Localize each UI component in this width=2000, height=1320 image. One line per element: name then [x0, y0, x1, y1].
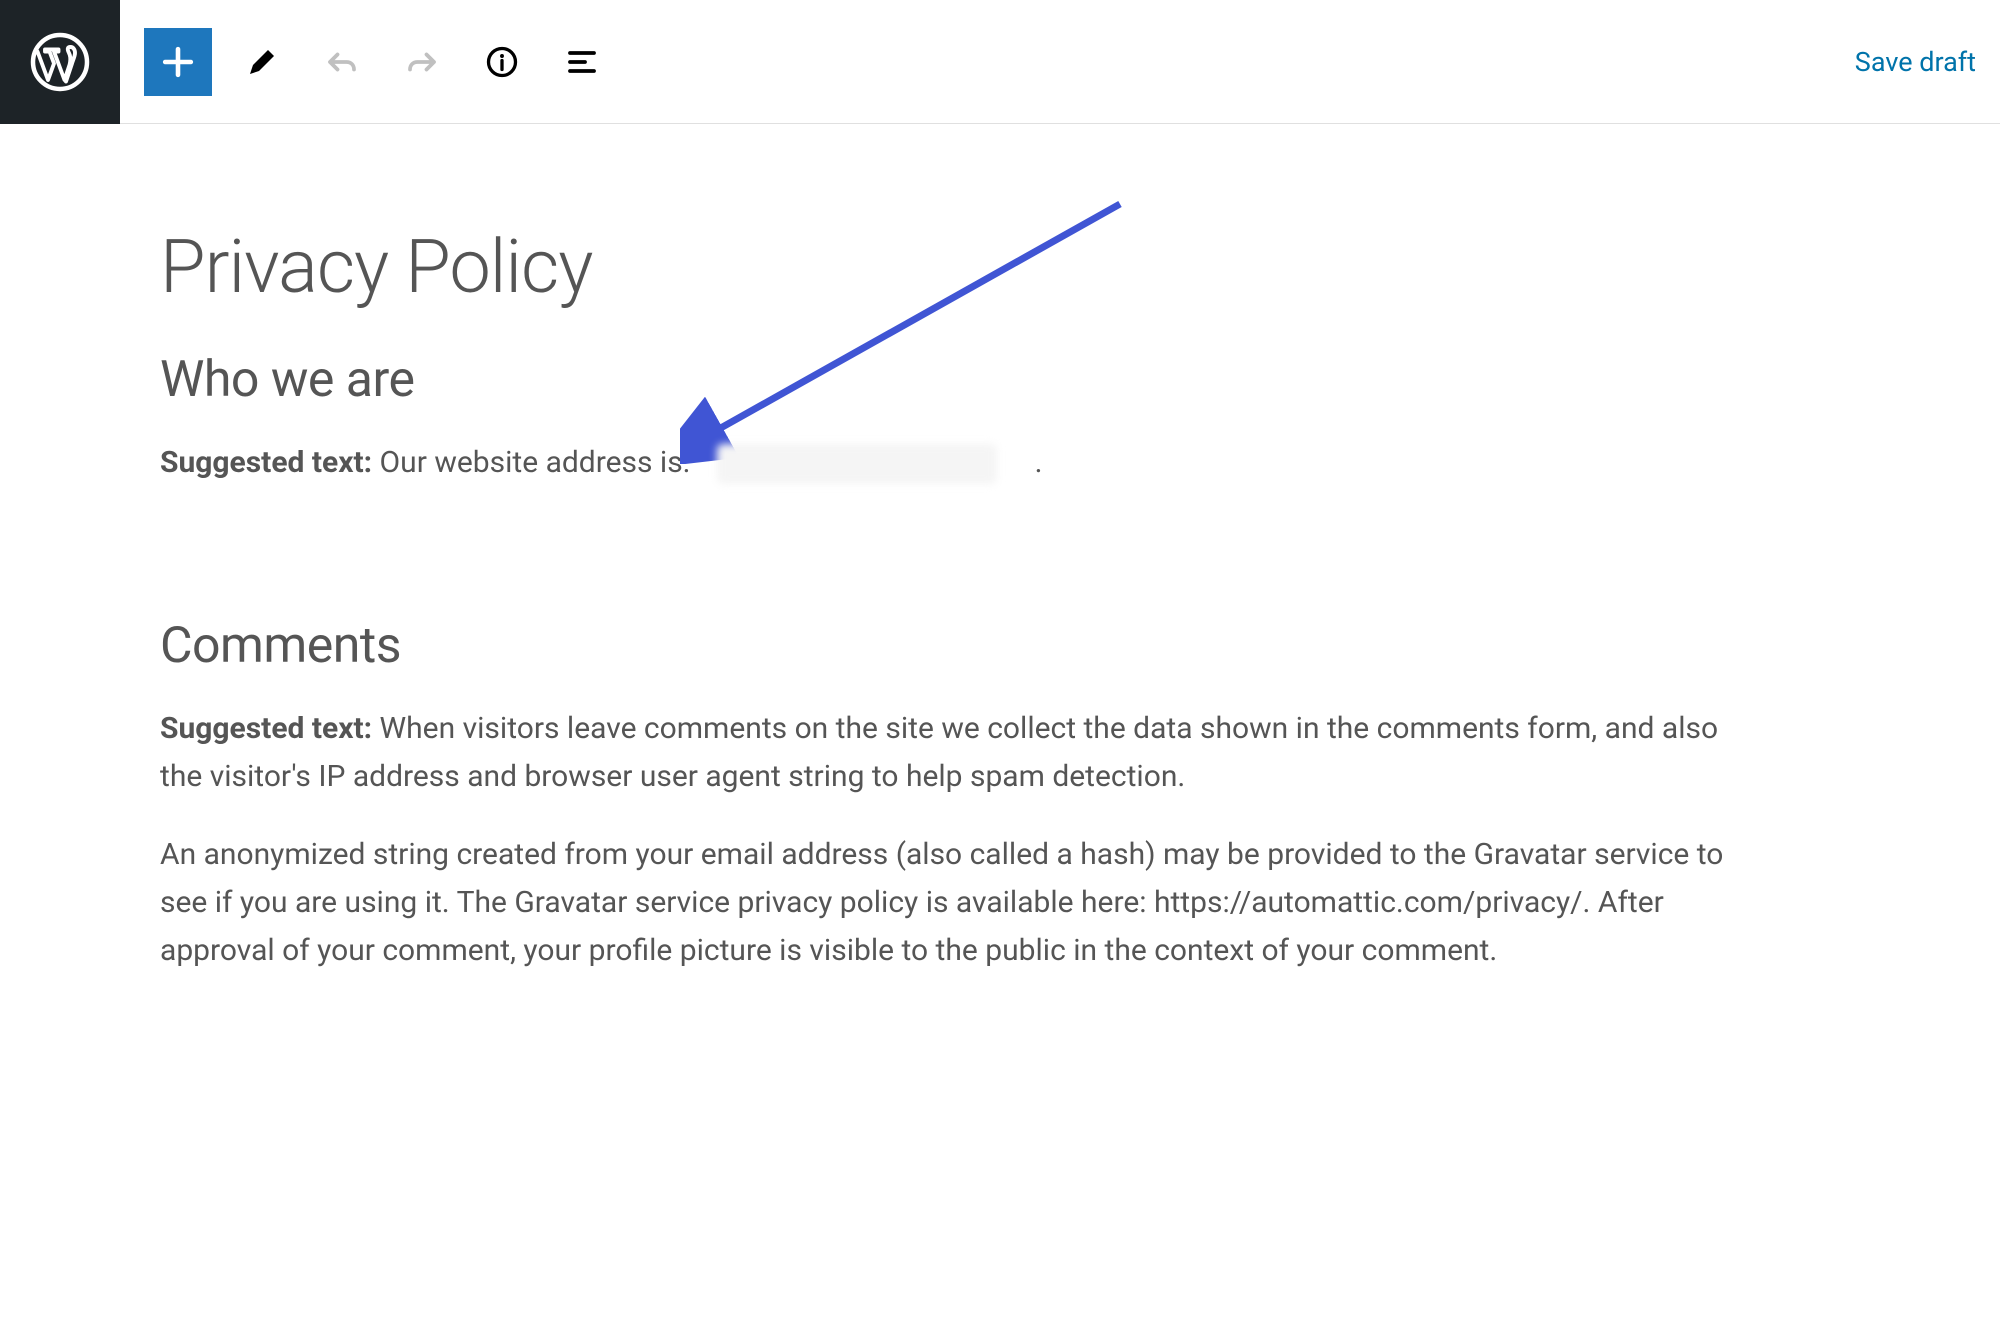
undo-icon — [324, 44, 360, 80]
heading-who-we-are[interactable]: Who we are — [160, 351, 1740, 409]
redacted-url — [717, 444, 997, 484]
editor-content-area[interactable]: Privacy Policy Who we are Suggested text… — [0, 124, 1900, 1045]
wordpress-logo-button[interactable] — [0, 0, 120, 124]
list-view-icon — [564, 44, 600, 80]
edit-tools-button[interactable] — [232, 32, 292, 92]
redo-button[interactable] — [392, 32, 452, 92]
toolbar-left-group — [144, 28, 612, 96]
suggested-text-label: Suggested text: — [160, 445, 380, 480]
document-info-button[interactable] — [472, 32, 532, 92]
save-draft-button[interactable]: Save draft — [1855, 46, 1976, 78]
comments-paragraph-2[interactable]: An anonymized string created from your e… — [160, 831, 1740, 975]
redo-icon — [404, 44, 440, 80]
who-we-are-body: Our website address is: — [380, 445, 698, 480]
list-view-button[interactable] — [552, 32, 612, 92]
info-icon — [484, 44, 520, 80]
page-title[interactable]: Privacy Policy — [160, 224, 1740, 311]
add-block-button[interactable] — [144, 28, 212, 96]
pencil-icon — [244, 44, 280, 80]
suggested-text-label: Suggested text: — [160, 711, 380, 746]
period-text: . — [997, 445, 1042, 480]
plus-icon — [156, 40, 200, 84]
undo-button[interactable] — [312, 32, 372, 92]
heading-comments[interactable]: Comments — [160, 617, 1740, 675]
wordpress-icon — [30, 32, 90, 92]
editor-top-bar: Save draft — [0, 0, 2000, 124]
comments-body-1: When visitors leave comments on the site… — [160, 711, 1718, 794]
who-we-are-paragraph[interactable]: Suggested text: Our website address is: … — [160, 439, 1740, 487]
comments-paragraph-1[interactable]: Suggested text: When visitors leave comm… — [160, 705, 1740, 801]
